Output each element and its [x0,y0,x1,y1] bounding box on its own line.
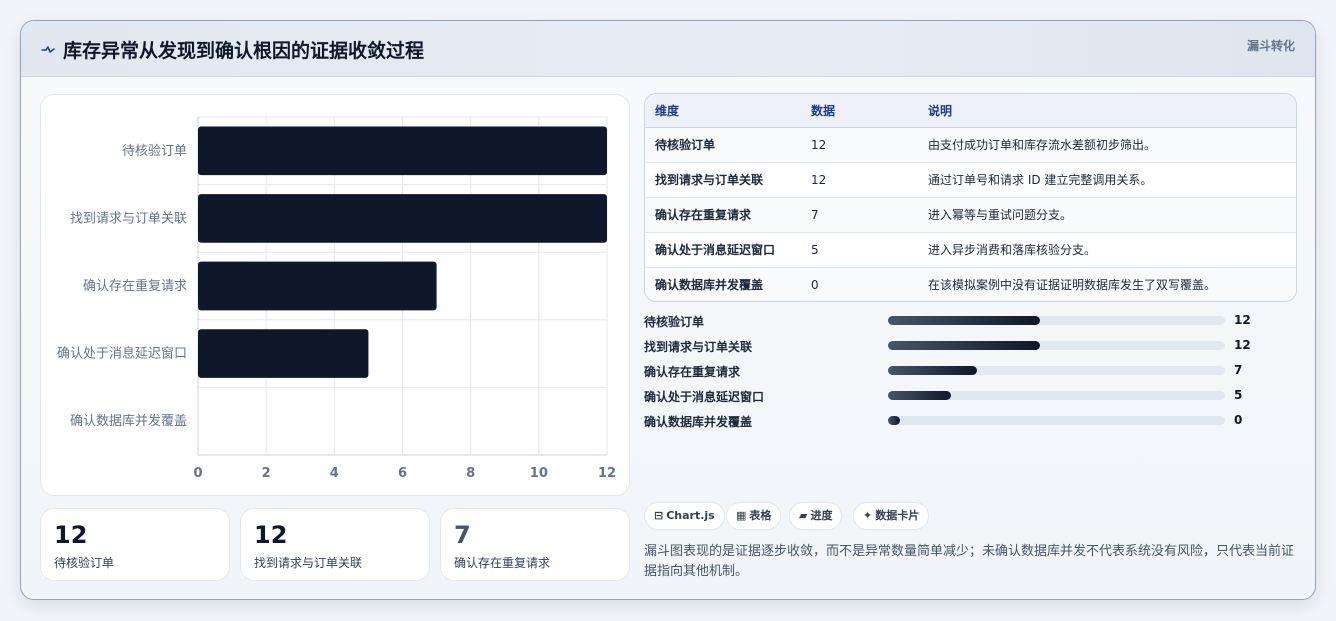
table-cell-dimension: 确认数据库并发覆盖 [655,278,764,293]
table-cell-dimension: 找到请求与订单关联 [645,162,801,198]
table-cell-description: 由支付成功订单和库存流水差额初步筛出。 [918,127,1296,163]
x-tick-label: 8 [466,466,475,481]
progress-track [888,316,1225,325]
stat-value: 12 [254,521,288,549]
progress-track [888,416,1225,425]
bar [198,329,369,378]
progress-label: 找到请求与订单关联 [644,340,753,354]
x-tick-label: 12 [598,466,616,481]
chart-type-badge: 漏斗转化 [1246,39,1295,53]
progress-row: 找到请求与订单关联 12 [644,336,1297,356]
stat-label: 找到请求与订单关联 [254,556,363,570]
stat-card: 7 确认存在重复请求 [440,508,630,581]
bar [198,194,607,243]
table-row: 确认存在重复请求 7 进入幂等与重试问题分支。 [645,197,1296,233]
table-icon: ▦ [736,509,747,522]
progress-label: 确认存在重复请求 [644,365,741,379]
page-title: 库存异常从发现到确认根因的证据收敛过程 [63,40,425,62]
category-label: 确认数据库并发覆盖 [70,413,187,429]
table-row: 待核验订单 12 由支付成功订单和库存流水差额初步筛出。 [645,127,1296,163]
bar-chart-panel: 待核验订单找到请求与订单关联确认存在重复请求确认处于消息延迟窗口确认数据库并发覆… [40,94,630,496]
table-cell-dimension: 确认处于消息延迟窗口 [645,232,801,268]
bar [198,261,437,311]
progress-track [888,366,1225,375]
table-cell-dimension: 待核验订单 [645,127,801,163]
progress-value: 0 [1234,413,1243,427]
table-cell-description: 通过订单号和请求 ID 建立完整调用关系。 [918,162,1296,198]
table-cell-description: 进入异步消费和落库核验分支。 [918,232,1296,268]
progress-row: 待核验订单 12 [644,311,1297,331]
bar-chart: 待核验订单找到请求与订单关联确认存在重复请求确认处于消息延迟窗口确认数据库并发覆… [57,116,616,481]
tag-chip-chartjs[interactable]: ⊟ Chart.js [644,502,725,530]
data-table-panel: 维度 数据 说明 待核验订单 12 由支付成功订单和库存流水差额初步筛出。 找到… [644,93,1297,302]
data-table: 维度 数据 说明 待核验订单 12 由支付成功订单和库存流水差额初步筛出。 找到… [645,94,1296,301]
progress-fill [888,341,1040,350]
x-tick-label: 2 [262,466,271,481]
column-header: 维度 [645,94,801,128]
progress-value: 12 [1234,313,1251,327]
tag-chip-data-card[interactable]: ✦ 数据卡片 [853,502,930,530]
progress-value: 7 [1234,363,1243,377]
tag-chip-progress[interactable]: ▰ 进度 [789,502,843,530]
stat-value: 7 [454,521,471,549]
x-tick-label: 6 [398,466,407,481]
table-cell-value: 5 [801,232,918,268]
progress-row: 确认数据库并发覆盖 0 [644,411,1297,431]
progress-value: 5 [1234,388,1243,402]
progress-track [888,391,1225,400]
card-icon: ✦ [863,509,873,522]
chip-label: Chart.js [666,509,715,522]
bar [198,126,607,176]
progress-label: 待核验订单 [644,315,705,329]
category-label: 确认处于消息延迟窗口 [57,346,187,362]
x-tick-label: 0 [193,466,202,481]
table-cell-value: 12 [801,162,918,198]
progress-label: 确认处于消息延迟窗口 [644,390,765,404]
category-label: 待核验订单 [122,143,187,159]
progress-fill [888,366,977,375]
stat-label: 待核验订单 [54,556,115,570]
x-tick-label: 10 [530,466,548,481]
table-cell-value: 7 [801,197,918,233]
progress-fill [888,416,900,425]
category-label: 找到请求与订单关联 [70,211,187,226]
progress-row: 确认处于消息延迟窗口 5 [644,386,1297,406]
table-cell-description: 在该模拟案例中没有证据证明数据库发生了双写覆盖。 [928,278,1217,293]
progress-value: 12 [1234,338,1251,352]
column-header: 说明 [918,94,1296,128]
chart-icon: ⊟ [654,509,664,522]
progress-track [888,341,1225,350]
card-header: 库存异常从发现到确认根因的证据收敛过程 漏斗转化 [21,21,1315,77]
table-cell-value: 12 [801,127,918,163]
table-cell-description: 进入幂等与重试问题分支。 [918,197,1296,233]
table-cell-dimension: 确认存在重复请求 [645,197,801,233]
chip-label: 数据卡片 [875,509,920,522]
x-tick-label: 4 [330,466,339,481]
table-cell-value: 0 [811,277,819,292]
footnote: 漏斗图表现的是证据逐步收敛，而不是异常数量简单减少；未确认数据库并发不代表系统没… [644,544,1295,579]
table-row: 确认数据库并发覆盖 0 在该模拟案例中没有证据证明数据库发生了双写覆盖。 [645,267,1296,301]
stat-label: 确认存在重复请求 [454,556,551,570]
table-header-row: 维度 数据 说明 [645,94,1296,128]
progress-row: 确认存在重复请求 7 [644,361,1297,381]
progress-label: 确认数据库并发覆盖 [644,415,753,429]
column-header: 数据 [801,94,918,128]
category-label: 确认存在重复请求 [83,278,187,294]
table-row: 确认处于消息延迟窗口 5 进入异步消费和落库核验分支。 [645,232,1296,268]
stat-card: 12 待核验订单 [40,508,230,581]
progress-icon: ▰ [799,509,808,522]
chip-label: 表格 [749,509,772,522]
stat-card: 12 找到请求与订单关联 [240,508,430,581]
table-row: 找到请求与订单关联 12 通过订单号和请求 ID 建立完整调用关系。 [645,162,1296,198]
funnel-card: 库存异常从发现到确认根因的证据收敛过程 漏斗转化 待核验订单 找到请求与订单关联确… [20,20,1316,600]
progress-fill [888,316,1040,325]
pulse-icon [41,41,55,57]
stat-value: 12 [54,521,88,549]
progress-fill [888,391,952,400]
chip-label: 进度 [810,509,833,522]
tag-chip-table[interactable]: ▦ 表格 [726,502,782,530]
